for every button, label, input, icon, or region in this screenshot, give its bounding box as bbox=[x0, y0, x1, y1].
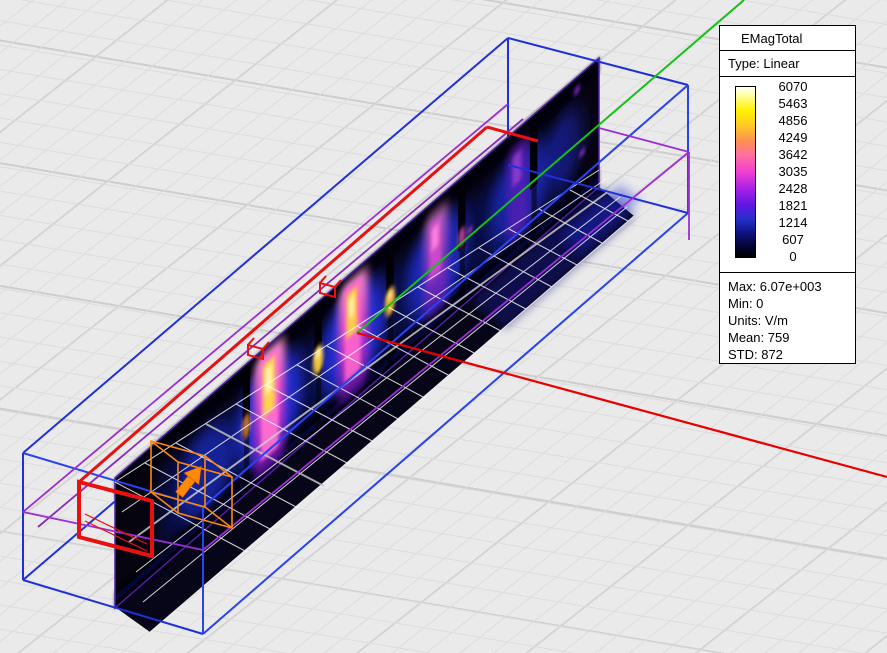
legend-panel: EMagTotal Type: Linear 6070 5463 4856 42… bbox=[719, 25, 856, 364]
legend-scale-type: Type: Linear bbox=[720, 51, 855, 77]
stat-line: Mean: 759 bbox=[728, 329, 855, 346]
scale-value: 607 bbox=[760, 232, 826, 247]
field-plane[interactable] bbox=[115, 58, 599, 608]
scale-value: 6070 bbox=[760, 79, 826, 94]
legend-title: EMagTotal bbox=[720, 26, 855, 51]
scale-value: 4249 bbox=[760, 130, 826, 145]
stat-line: Min: 0 bbox=[728, 295, 855, 312]
scale-value: 0 bbox=[760, 249, 826, 264]
stat-line: Max: 6.07e+003 bbox=[728, 278, 855, 295]
scale-value: 3642 bbox=[760, 147, 826, 162]
legend-stats: Max: 6.07e+003 Min: 0 Units: V/m Mean: 7… bbox=[720, 273, 855, 363]
colorbar-scale: 6070 5463 4856 4249 3642 3035 2428 1821 … bbox=[720, 77, 855, 273]
scale-value: 1214 bbox=[760, 215, 826, 230]
scale-value: 1821 bbox=[760, 198, 826, 213]
scale-value: 2428 bbox=[760, 181, 826, 196]
3d-model-viewport[interactable]: EMagTotal Type: Linear 6070 5463 4856 42… bbox=[0, 0, 887, 653]
colorbar bbox=[735, 86, 756, 258]
stat-line: STD: 872 bbox=[728, 346, 855, 363]
scale-value: 4856 bbox=[760, 113, 826, 128]
stat-line: Units: V/m bbox=[728, 312, 855, 329]
scale-value: 3035 bbox=[760, 164, 826, 179]
scale-value: 5463 bbox=[760, 96, 826, 111]
